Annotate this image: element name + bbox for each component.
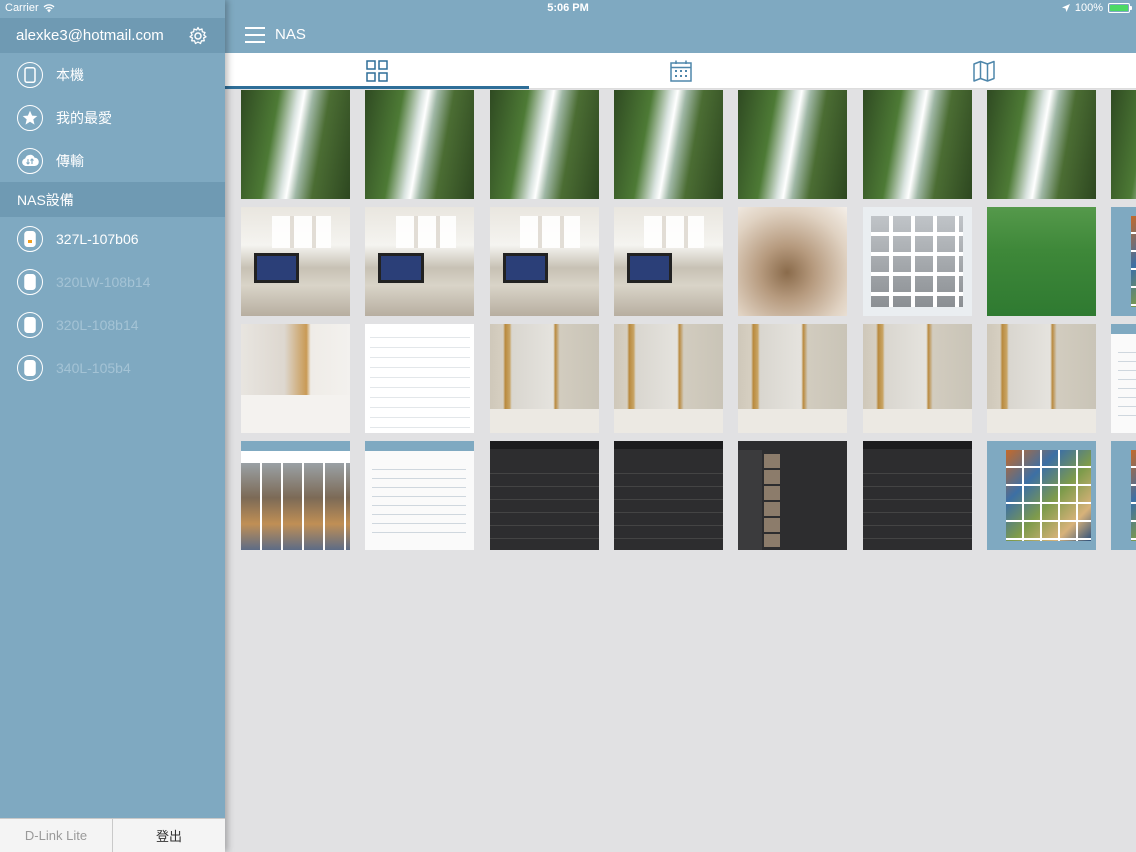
photo-thumbnail[interactable]: [613, 90, 723, 199]
menu-icon[interactable]: [245, 27, 265, 43]
app-name-button[interactable]: D-Link Lite: [0, 819, 113, 852]
tab-grid-view[interactable]: [225, 53, 529, 89]
photo-thumbnail[interactable]: [1111, 324, 1136, 433]
photo-thumbnail[interactable]: [862, 324, 972, 433]
photo-thumbnail[interactable]: [862, 207, 972, 316]
sidebar-item-favorites[interactable]: 我的最愛: [0, 96, 225, 139]
calendar-icon: [669, 60, 692, 82]
gear-icon[interactable]: [187, 25, 209, 47]
photo-thumbnail[interactable]: [489, 324, 599, 433]
sidebar-item-label: 本機: [56, 66, 84, 83]
tab-calendar-view[interactable]: [529, 53, 833, 88]
photo-thumbnail[interactable]: [986, 90, 1096, 199]
section-title-nas: NAS設備: [0, 182, 225, 217]
view-tabs: [225, 53, 1136, 89]
photo-thumbnail[interactable]: [986, 441, 1096, 550]
sidebar-nav: 本機 我的最愛 傳輸 NAS設備 327L-107b06 320LW-108b1…: [0, 53, 225, 389]
sidebar-item-local[interactable]: 本機: [0, 53, 225, 96]
sidebar-footer: D-Link Lite 登出: [0, 818, 225, 852]
device-label: 320LW-108b14: [56, 273, 151, 290]
photo-thumbnail[interactable]: [738, 324, 848, 433]
device-item-320lw[interactable]: 320LW-108b14: [0, 260, 225, 303]
photo-thumbnail[interactable]: [241, 90, 350, 199]
photo-thumbnail[interactable]: [241, 324, 350, 433]
tab-map-view[interactable]: [832, 53, 1136, 88]
sidebar-item-label: 傳輸: [56, 152, 84, 169]
sidebar-item-transfer[interactable]: 傳輸: [0, 139, 225, 182]
photo-thumbnail[interactable]: [738, 207, 848, 316]
sidebar-header: alexke3@hotmail.com: [0, 18, 225, 53]
device-item-320l[interactable]: 320L-108b14: [0, 303, 225, 346]
photo-thumbnail[interactable]: [365, 324, 475, 433]
photo-thumbnail[interactable]: [365, 441, 475, 550]
battery-percent: 100%: [1074, 2, 1103, 14]
photo-thumbnail[interactable]: [1111, 207, 1136, 316]
battery-fill: [1110, 5, 1128, 11]
photo-thumbnail[interactable]: [241, 441, 350, 550]
nas-drive-icon: [17, 268, 43, 295]
location-icon: [1061, 4, 1070, 12]
photo-thumbnail[interactable]: [365, 207, 475, 316]
photo-thumbnail[interactable]: [738, 441, 848, 550]
sidebar: alexke3@hotmail.com 本機 我的最愛 傳輸 NAS設備 327…: [0, 0, 225, 852]
photo-thumbnail[interactable]: [738, 90, 848, 199]
account-email: alexke3@hotmail.com: [16, 27, 164, 44]
photo-thumbnail[interactable]: [1111, 441, 1136, 550]
page-title: NAS: [275, 26, 306, 43]
status-bar: Carrier 5:06 PM 100%: [0, 0, 1136, 18]
star-icon: [17, 104, 43, 131]
device-label: 340L-105b4: [56, 359, 131, 376]
device-item-340l[interactable]: 340L-105b4: [0, 346, 225, 389]
nas-drive-icon: [17, 311, 43, 338]
device-item-327l[interactable]: 327L-107b06: [0, 217, 225, 260]
battery-icon: [1108, 3, 1132, 13]
device-label: 320L-108b14: [56, 316, 139, 333]
photo-thumbnail[interactable]: [613, 324, 723, 433]
grid-icon: [366, 59, 388, 82]
photo-thumbnail[interactable]: [862, 441, 972, 550]
map-icon: [973, 60, 995, 82]
photo-thumbnail[interactable]: [986, 324, 1096, 433]
nas-drive-icon: [17, 354, 43, 381]
photo-thumbnail[interactable]: [489, 441, 599, 550]
logout-button[interactable]: 登出: [113, 819, 225, 852]
photo-thumbnail[interactable]: [613, 207, 723, 316]
photo-thumbnail[interactable]: [489, 90, 599, 199]
nas-drive-icon: [17, 225, 43, 252]
photo-thumbnail[interactable]: [489, 207, 599, 316]
photo-thumbnail[interactable]: [365, 90, 475, 199]
clock: 5:06 PM: [547, 2, 589, 14]
photo-thumbnail[interactable]: [613, 441, 723, 550]
cloud-transfer-icon: [17, 147, 43, 174]
photo-thumbnail[interactable]: [986, 207, 1096, 316]
photo-thumbnail[interactable]: [1111, 90, 1136, 199]
phone-icon: [17, 61, 43, 88]
photo-grid: [225, 89, 1136, 852]
photo-thumbnail[interactable]: [241, 207, 350, 316]
device-label: 327L-107b06: [56, 230, 139, 247]
photo-thumbnail[interactable]: [862, 90, 972, 199]
sidebar-item-label: 我的最愛: [56, 109, 112, 126]
